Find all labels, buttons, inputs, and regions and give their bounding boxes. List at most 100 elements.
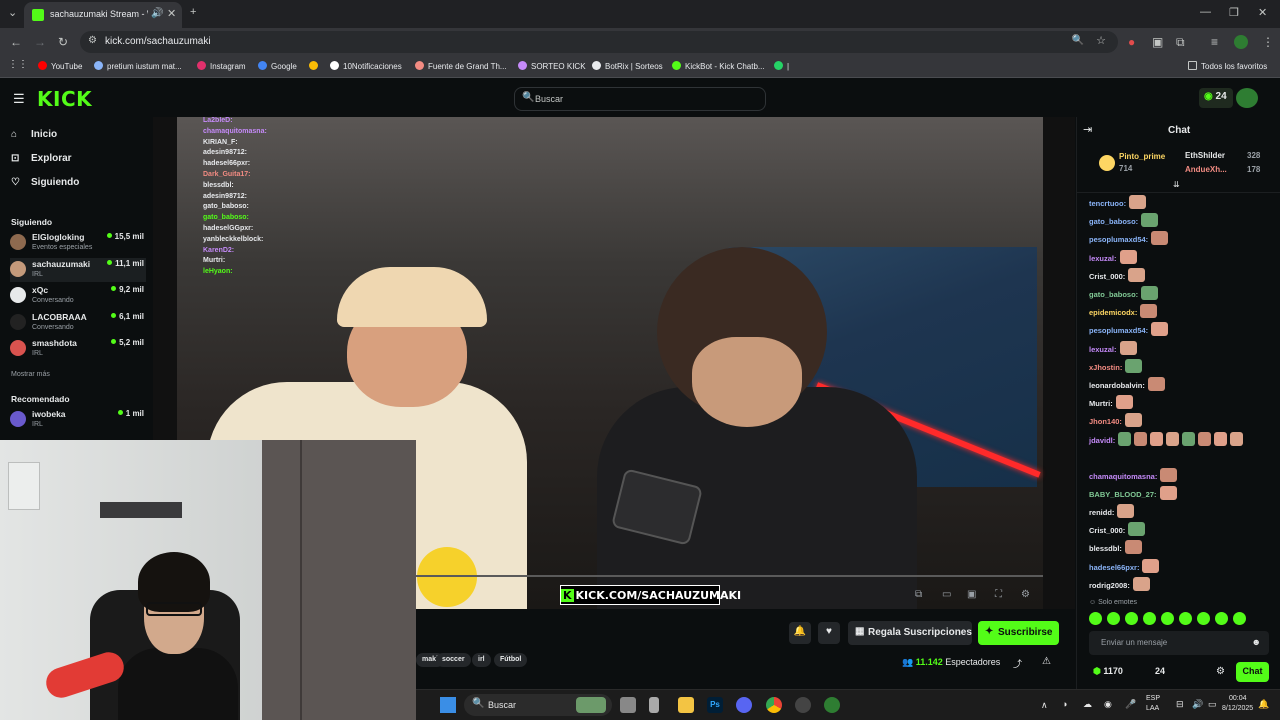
windows-start-icon[interactable]	[440, 697, 456, 713]
reading-list-icon[interactable]: ≡	[1211, 35, 1218, 49]
chat-username[interactable]: chamaquitomasna:	[1089, 472, 1157, 481]
chat-message[interactable]: Murtri:	[1089, 395, 1133, 410]
chat-settings-icon[interactable]: ⚙	[1216, 666, 1225, 677]
nav-explore[interactable]: ⊡ Explorar	[11, 153, 72, 164]
chat-message[interactable]: xJhostin:	[1089, 358, 1143, 373]
sidebar-channel-elglogloking[interactable]: ElGlogloking Eventos especiales 15,5 mil	[10, 231, 146, 255]
points-badge[interactable]: ◉ 24	[1199, 88, 1233, 108]
emote-button[interactable]	[1215, 612, 1228, 625]
chat-username[interactable]: jdavidl:	[1089, 436, 1115, 445]
tray-app-icon[interactable]: ◑	[1062, 699, 1067, 709]
chat-message-input[interactable]: Enviar un mensaje ☻	[1089, 631, 1269, 655]
obs-icon[interactable]	[795, 697, 811, 713]
clock-date[interactable]: 8/12/2025	[1222, 705, 1253, 712]
maximize-icon[interactable]: ❐	[1229, 6, 1239, 19]
chat-message[interactable]: lexuzal:	[1089, 249, 1137, 264]
bookmark-item[interactable]: |	[774, 61, 789, 71]
gift-subs-button[interactable]: ▦ Regala Suscripciones	[848, 621, 972, 645]
zoom-icon[interactable]: 🔍	[1072, 35, 1084, 46]
chat-username[interactable]: Murtri:	[1089, 399, 1113, 408]
sidebar-channel-sachauzumaki[interactable]: sachauzumaki IRL 11,1 mil	[10, 257, 146, 282]
hamburger-menu-icon[interactable]: ☰	[13, 91, 25, 107]
clip-icon[interactable]: ▣	[967, 589, 976, 600]
emote-button[interactable]	[1143, 612, 1156, 625]
channel-points[interactable]: ⬢ 1170	[1093, 666, 1123, 677]
chat-username[interactable]: pesoplumaxd54:	[1089, 326, 1148, 335]
chrome-icon[interactable]	[766, 697, 782, 713]
bookmark-item[interactable]	[309, 61, 322, 71]
file-explorer-icon[interactable]	[678, 697, 694, 713]
tag[interactable]: Fútbol	[494, 653, 528, 667]
notifications-icon[interactable]: 🔔	[1258, 699, 1269, 710]
chat-message[interactable]: tencrtuoo:	[1089, 195, 1147, 209]
chat-message[interactable]: BABY_BLOOD_27:	[1089, 485, 1177, 500]
search-input[interactable]: 🔍 Buscar	[514, 87, 766, 111]
emoji-picker-icon[interactable]: ☻	[1252, 637, 1261, 647]
chat-message[interactable]: jdavidl:	[1089, 431, 1269, 446]
tray-chevron-icon[interactable]: ∧	[1041, 700, 1048, 711]
chat-message[interactable]: renidd:	[1089, 504, 1135, 518]
profile-avatar[interactable]	[1234, 35, 1248, 49]
sidebar-channel-smashdota[interactable]: smashdota IRL 5,2 mil	[10, 337, 146, 361]
bookmark-star-icon[interactable]: ☆	[1096, 34, 1106, 47]
discord-icon[interactable]	[736, 697, 752, 713]
language-indicator[interactable]: ESP	[1146, 695, 1160, 702]
share-icon[interactable]: ⤴	[1013, 657, 1022, 670]
task-view-icon[interactable]	[620, 697, 636, 713]
new-tab-icon[interactable]: +	[190, 6, 196, 18]
collapse-chat-icon[interactable]: ⇥	[1083, 123, 1092, 136]
sidebar-channel-lacobraaa[interactable]: LACOBRAAA Conversando 6,1 mil	[10, 311, 146, 335]
forward-icon[interactable]: →	[34, 35, 46, 49]
taskbar-search[interactable]: 🔍 Buscar	[464, 694, 612, 716]
settings-icon[interactable]: ⚙	[1021, 589, 1030, 600]
clock-time[interactable]: 00:04	[1229, 695, 1247, 702]
app-icon[interactable]	[649, 697, 659, 713]
chat-message[interactable]: gato_baboso:	[1089, 286, 1159, 300]
chat-username[interactable]: lexuzal:	[1089, 254, 1117, 263]
mic-icon[interactable]: 🎤	[1125, 699, 1136, 710]
tab-close-icon[interactable]: ✕	[167, 7, 176, 20]
bookmark-item[interactable]: Google	[258, 61, 297, 71]
reload-icon[interactable]: ↻	[58, 35, 68, 49]
user-avatar[interactable]	[1236, 88, 1258, 108]
chat-username[interactable]: rodrig2008:	[1089, 581, 1130, 590]
emote-button[interactable]	[1233, 612, 1246, 625]
send-chat-button[interactable]: Chat	[1236, 662, 1269, 682]
app-icon[interactable]	[824, 697, 840, 713]
chat-username[interactable]: tencrtuoo:	[1089, 199, 1126, 208]
bookmark-item[interactable]: SORTEO KICK	[518, 61, 586, 71]
all-favorites[interactable]: Todos los favoritos	[1188, 61, 1267, 71]
bookmark-item[interactable]: Fuente de Grand Th...	[415, 61, 507, 71]
chat-username[interactable]: epidemicodx:	[1089, 308, 1137, 317]
battery-icon[interactable]: ▭	[1208, 699, 1217, 710]
chat-username[interactable]: BABY_BLOOD_27:	[1089, 490, 1157, 499]
pip-icon[interactable]: ⧉	[915, 589, 922, 600]
chat-username[interactable]: Crist_000:	[1089, 272, 1125, 281]
chat-message[interactable]: rodrig2008:	[1089, 576, 1150, 591]
sidebar-channel-iwobeka[interactable]: iwobeka IRL 1 mil	[10, 408, 146, 432]
emote-button[interactable]	[1089, 612, 1102, 625]
extensions-puzzle-icon[interactable]: ⧉	[1176, 35, 1185, 50]
emote-button[interactable]	[1197, 612, 1210, 625]
chat-message[interactable]: chamaquitomasna:	[1089, 467, 1178, 482]
menu-kebab-icon[interactable]: ⋮	[1262, 35, 1274, 49]
chat-username[interactable]: blessdbl:	[1089, 544, 1122, 553]
cloud-icon[interactable]: ☁	[1083, 699, 1092, 710]
extension-icon[interactable]: ▣	[1152, 35, 1163, 49]
speaker-icon[interactable]: 🔊	[151, 8, 163, 19]
kick-logo[interactable]: KICK	[37, 87, 92, 111]
bookmark-item[interactable]: BotRix | Sorteos	[592, 61, 663, 71]
theater-icon[interactable]: ▭	[942, 589, 951, 600]
chat-message[interactable]: epidemicodx:	[1089, 304, 1158, 319]
chat-message[interactable]: Crist_000:	[1089, 267, 1146, 282]
tray-app-icon[interactable]: ◉	[1104, 699, 1112, 710]
emote-button[interactable]	[1107, 612, 1120, 625]
chat-username[interactable]: xJhostin:	[1089, 363, 1122, 372]
browser-tab[interactable]: sachauzumaki Stream - Watch 🔊 ✕	[24, 2, 182, 28]
emote-button[interactable]	[1125, 612, 1138, 625]
chat-username[interactable]: Crist_000:	[1089, 526, 1125, 535]
chat-username[interactable]: renidd:	[1089, 508, 1114, 517]
notifications-bell-button[interactable]: 🔔	[789, 622, 811, 644]
photoshop-icon[interactable]: Ps	[707, 697, 723, 713]
follow-heart-button[interactable]: ♥	[818, 622, 840, 644]
